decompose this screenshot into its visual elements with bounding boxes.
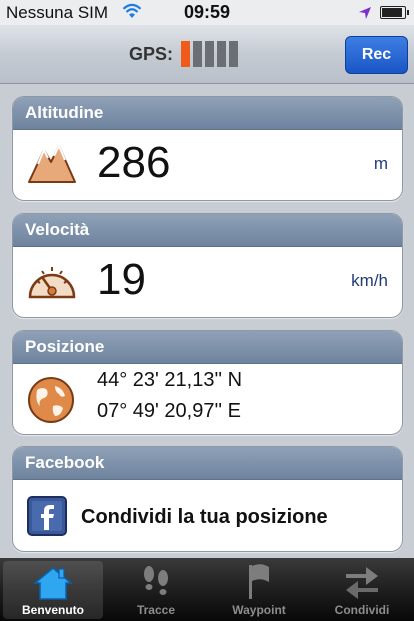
battery-icon <box>380 6 409 19</box>
gps-label: GPS: <box>129 44 174 64</box>
tab-tracce[interactable]: Tracce <box>106 558 206 621</box>
tab-benvenuto[interactable]: Benvenuto <box>3 561 103 619</box>
tab-bar: Benvenuto Tracce Waypoint Condividi <box>0 558 414 621</box>
tab-condividi[interactable]: Condividi <box>312 558 412 621</box>
facebook-panel: Facebook Condividi la tua posizione <box>12 446 403 552</box>
altitude-value: 286 <box>97 138 171 187</box>
home-icon <box>32 567 74 600</box>
tab-label: Waypoint <box>232 603 286 617</box>
gps-bar <box>205 41 214 67</box>
gps-bar <box>229 41 238 67</box>
tab-label: Tracce <box>136 603 176 617</box>
footprints-icon <box>144 566 168 595</box>
latitude-value: 44° 23' 21,13'' N <box>97 369 243 391</box>
speed-unit: km/h <box>351 271 388 290</box>
location-arrow-icon <box>358 5 372 25</box>
facebook-title: Facebook <box>13 447 402 480</box>
altitude-title: Altitudine <box>13 97 402 130</box>
gps-signal-indicator <box>181 41 238 67</box>
speed-value: 19 <box>97 255 146 304</box>
gps-bar <box>181 41 190 67</box>
flag-icon <box>249 564 269 599</box>
speed-panel: Velocità 19 km/h <box>12 213 403 318</box>
position-title: Posizione <box>13 331 402 364</box>
speedometer-icon <box>27 257 77 306</box>
globe-icon <box>27 376 75 429</box>
tab-label: Condividi <box>334 603 390 617</box>
tab-waypoint[interactable]: Waypoint <box>209 558 309 621</box>
facebook-icon <box>27 496 67 541</box>
longitude-value: 07° 49' 20,97'' E <box>97 400 242 422</box>
altitude-panel: Altitudine 286 m <box>12 96 403 201</box>
share-arrows-icon <box>346 567 378 599</box>
share-position-label: Condividi la tua posizione <box>81 506 328 528</box>
tab-label: Benvenuto <box>21 603 84 617</box>
status-bar: Nessuna SIM 09:59 <box>0 0 414 25</box>
gps-bar <box>193 41 202 67</box>
speed-title: Velocità <box>13 214 402 247</box>
altitude-unit: m <box>373 154 388 173</box>
status-time: 09:59 <box>183 2 231 22</box>
nav-bar: GPS: Rec <box>0 25 414 84</box>
rec-button[interactable]: Rec <box>345 36 408 74</box>
gps-bar <box>217 41 226 67</box>
position-panel: Posizione 44° 23' 21,13'' N 07° 49' 20,9… <box>12 330 403 435</box>
mountain-icon <box>27 140 77 191</box>
